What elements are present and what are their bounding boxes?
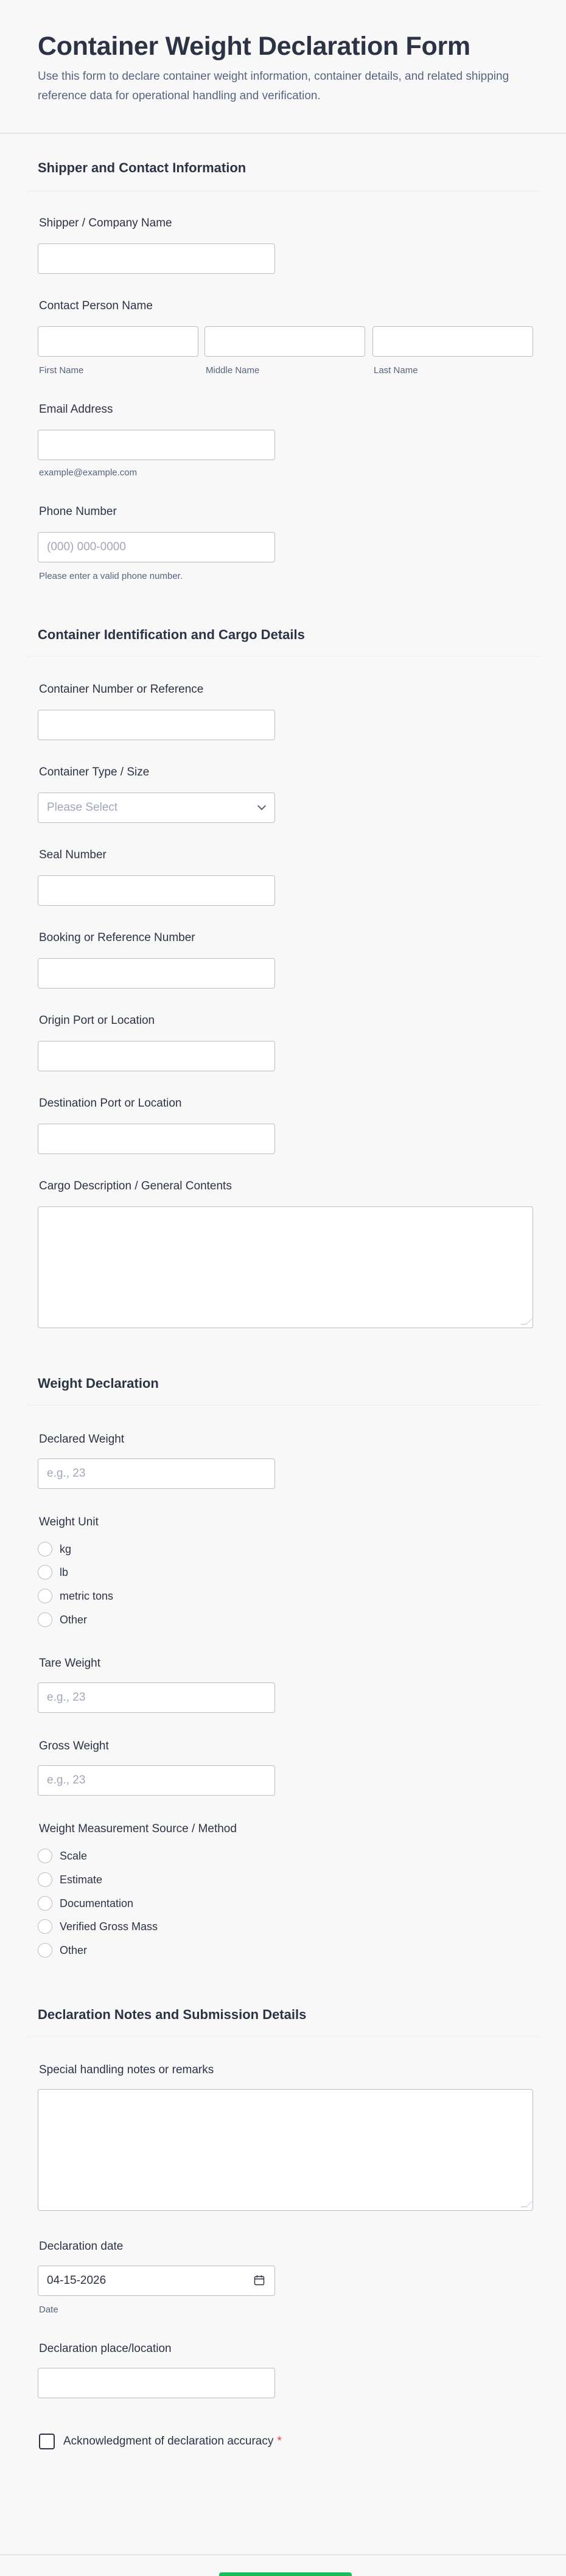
tare-weight-input[interactable] — [38, 1682, 275, 1713]
tare-weight-label: Tare Weight — [39, 1657, 101, 1670]
booking-label: Booking or Reference Number — [39, 931, 195, 944]
method-option[interactable]: Documentation — [38, 1895, 133, 1911]
method-option[interactable]: Verified Gross Mass — [38, 1919, 158, 1934]
container-number-input[interactable] — [38, 710, 275, 740]
container-type-select[interactable]: Please Select — [38, 793, 275, 823]
destination-label: Destination Port or Location — [39, 1097, 182, 1110]
method-option[interactable]: Estimate — [38, 1872, 102, 1888]
cargo-label: Cargo Description / General Contents — [39, 1180, 232, 1192]
declaration-date-input[interactable]: 04-15-2026 — [38, 2266, 275, 2296]
weight-unit-option[interactable]: Other — [38, 1612, 87, 1628]
declaration-place-input[interactable] — [38, 2368, 275, 2398]
declaration-date-label: Declaration date — [39, 2240, 124, 2253]
radio-label: Documentation — [60, 1897, 134, 1909]
radio-button[interactable] — [38, 1896, 52, 1911]
required-mark: * — [277, 2435, 282, 2448]
acknowledgment-checkbox[interactable] — [39, 2434, 55, 2449]
last-name-sublabel: Last Name — [374, 365, 418, 376]
declared-weight-label: Declared Weight — [39, 1433, 125, 1446]
phone-label: Phone Number — [39, 505, 117, 518]
section-divider — [27, 656, 539, 657]
radio-label: Estimate — [60, 1873, 103, 1886]
gross-weight-input[interactable] — [38, 1765, 275, 1796]
radio-label: kg — [60, 1542, 72, 1555]
weight-unit-label: Weight Unit — [39, 1516, 99, 1528]
acknowledgment-text: Acknowledgment of declaration accuracy — [63, 2435, 274, 2448]
radio-button[interactable] — [38, 1612, 52, 1627]
section-title-shipper: Shipper and Contact Information — [38, 160, 246, 175]
radio-button[interactable] — [38, 1849, 52, 1863]
first-name-input[interactable] — [38, 326, 198, 357]
company-input[interactable] — [38, 243, 275, 274]
phone-input[interactable] — [38, 532, 275, 562]
radio-button[interactable] — [38, 1943, 52, 1958]
company-label: Shipper / Company Name — [39, 217, 172, 229]
declaration-place-label: Declaration place/location — [39, 2342, 172, 2355]
radio-button[interactable] — [38, 1872, 52, 1887]
calendar-icon[interactable] — [254, 2275, 265, 2286]
radio-label: Other — [60, 1613, 88, 1626]
submit-button[interactable] — [219, 2572, 352, 2576]
email-input[interactable] — [38, 430, 275, 460]
radio-label: Verified Gross Mass — [60, 1920, 158, 1933]
footer-divider — [0, 2554, 566, 2555]
section-divider — [27, 191, 539, 192]
section-title-weight: Weight Declaration — [38, 1376, 159, 1391]
destination-input[interactable] — [38, 1124, 275, 1154]
phone-sublabel: Please enter a valid phone number. — [39, 571, 183, 581]
origin-input[interactable] — [38, 1041, 275, 1071]
radio-button[interactable] — [38, 1589, 52, 1603]
radio-label: Other — [60, 1944, 88, 1956]
weight-unit-option[interactable]: kg — [38, 1541, 71, 1557]
container-type-selected: Please Select — [47, 801, 118, 814]
declaration-date-value: 04-15-2026 — [47, 2274, 107, 2287]
acknowledgment-label: Acknowledgment of declaration accuracy * — [63, 2435, 282, 2448]
method-option[interactable]: Scale — [38, 1848, 87, 1864]
seal-input[interactable] — [38, 875, 275, 906]
chevron-down-icon — [257, 801, 267, 811]
remarks-textarea[interactable] — [38, 2089, 533, 2211]
acknowledgment-row[interactable]: Acknowledgment of declaration accuracy * — [39, 2434, 282, 2449]
radio-label: lb — [60, 1566, 69, 1578]
container-number-label: Container Number or Reference — [39, 683, 204, 696]
method-option[interactable]: Other — [38, 1942, 87, 1958]
email-sublabel: example@example.com — [39, 467, 138, 478]
radio-label: Scale — [60, 1849, 88, 1862]
cargo-textarea[interactable] — [38, 1206, 533, 1328]
radio-button[interactable] — [38, 1542, 52, 1556]
email-label: Email Address — [39, 403, 113, 416]
middle-name-sublabel: Middle Name — [206, 365, 260, 376]
section-divider — [27, 2036, 539, 2037]
gross-weight-label: Gross Weight — [39, 1740, 109, 1752]
section-title-notes: Declaration Notes and Submission Details — [38, 2007, 307, 2022]
origin-label: Origin Port or Location — [39, 1014, 155, 1027]
first-name-sublabel: First Name — [39, 365, 84, 376]
contact-label: Contact Person Name — [39, 299, 153, 312]
last-name-input[interactable] — [372, 326, 533, 357]
form-subtitle: Use this form to declare container weigh… — [38, 70, 509, 102]
booking-input[interactable] — [38, 958, 275, 989]
section-title-container: Container Identification and Cargo Detai… — [38, 627, 305, 642]
method-label: Weight Measurement Source / Method — [39, 1822, 237, 1835]
weight-unit-option[interactable]: lb — [38, 1564, 68, 1580]
declared-weight-input[interactable] — [38, 1458, 275, 1489]
header-divider — [0, 133, 566, 134]
weight-unit-option[interactable]: metric tons — [38, 1588, 113, 1604]
radio-label: metric tons — [60, 1589, 114, 1602]
declaration-date-sublabel: Date — [39, 2305, 58, 2315]
radio-button[interactable] — [38, 1565, 52, 1580]
middle-name-input[interactable] — [204, 326, 365, 357]
form-title: Container Weight Declaration Form — [38, 32, 470, 61]
remarks-label: Special handling notes or remarks — [39, 2063, 214, 2076]
seal-label: Seal Number — [39, 849, 107, 861]
container-type-label: Container Type / Size — [39, 766, 150, 779]
form-header: Container Weight Declaration Form Use th… — [38, 29, 531, 106]
radio-button[interactable] — [38, 1919, 52, 1934]
